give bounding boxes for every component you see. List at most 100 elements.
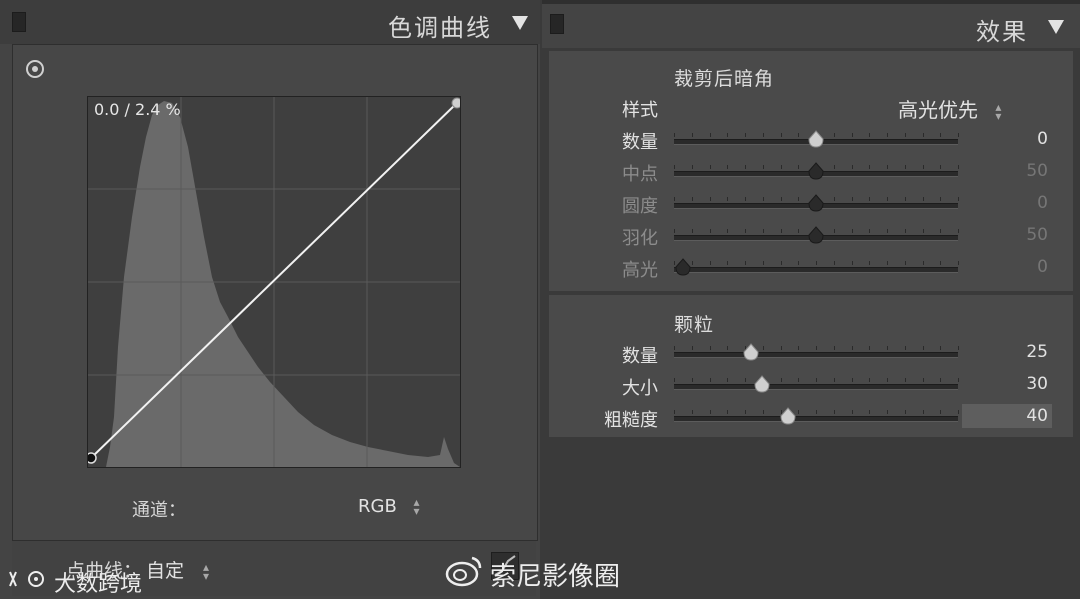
slider-tick <box>674 346 675 350</box>
curve-point-white <box>451 97 463 109</box>
vignette-amount-value[interactable]: 0 <box>988 129 1048 149</box>
vignette-roundness-value[interactable]: 0 <box>988 193 1048 213</box>
slider-tick <box>958 229 959 233</box>
slider-tick <box>798 133 799 137</box>
slider-tick <box>674 378 675 382</box>
slider-thumb[interactable] <box>780 407 796 425</box>
disclosure-triangle-icon[interactable] <box>1048 20 1064 34</box>
slider-tick <box>727 410 728 414</box>
slider-tick <box>745 410 746 414</box>
vignette-feather-value[interactable]: 50 <box>988 225 1048 245</box>
slider-tick <box>923 410 924 414</box>
slider-tick <box>745 261 746 265</box>
slider-tick <box>674 410 675 414</box>
slider-tick <box>727 133 728 137</box>
slider-tick <box>710 261 711 265</box>
slider-tick <box>834 133 835 137</box>
slider-tick <box>958 133 959 137</box>
panel-collapse-icon[interactable] <box>550 14 564 34</box>
vignette-highlights-label: 高光 <box>622 260 658 281</box>
panel-collapse-icon[interactable] <box>12 12 26 32</box>
slider-tick <box>940 229 941 233</box>
grain-size-slider[interactable] <box>674 375 959 393</box>
vignette-feather-slider[interactable] <box>674 226 959 244</box>
slider-thumb[interactable] <box>743 343 759 361</box>
vignette-midpoint-slider[interactable] <box>674 162 959 180</box>
slider-tick <box>834 165 835 169</box>
slider-tick <box>958 197 959 201</box>
slider-tick <box>905 378 906 382</box>
targeted-adjustment-icon[interactable] <box>26 60 44 78</box>
slider-tick <box>781 165 782 169</box>
slider-tick <box>745 378 746 382</box>
watermark-right: 索尼影像圈 <box>490 562 621 592</box>
slider-tick <box>834 197 835 201</box>
slider-tick <box>869 378 870 382</box>
slider-tick <box>834 261 835 265</box>
slider-tick <box>905 197 906 201</box>
slider-thumb[interactable] <box>754 375 770 393</box>
slider-thumb[interactable] <box>808 194 824 212</box>
slider-tick <box>834 410 835 414</box>
slider-tick <box>852 165 853 169</box>
slider-thumb[interactable] <box>675 258 691 276</box>
slider-tick <box>745 165 746 169</box>
up-down-stepper-icon: ▴ ▾ <box>413 495 420 518</box>
channel-select[interactable]: RGB ▴ ▾ <box>358 496 423 517</box>
slider-tick <box>692 133 693 137</box>
disclosure-triangle-icon[interactable] <box>512 16 528 30</box>
vignette-amount-slider[interactable] <box>674 130 959 148</box>
grain-amount-value[interactable]: 25 <box>988 342 1048 362</box>
slider-tick <box>710 378 711 382</box>
slider-tick <box>869 165 870 169</box>
slider-tick <box>940 165 941 169</box>
slider-tick <box>781 229 782 233</box>
vignette-style-select[interactable]: 高光优先 ▴ ▾ <box>898 94 1004 123</box>
slider-thumb[interactable] <box>808 226 824 244</box>
grain-size-value[interactable]: 30 <box>988 374 1048 394</box>
vignette-title: 裁剪后暗角 <box>674 68 775 90</box>
slider-tick <box>852 261 853 265</box>
slider-tick <box>798 410 799 414</box>
slider-tick <box>781 346 782 350</box>
slider-thumb[interactable] <box>808 162 824 180</box>
slider-tick <box>745 133 746 137</box>
tone-curve-header[interactable]: 色调曲线 <box>0 0 540 44</box>
slider-tick <box>692 197 693 201</box>
vignette-midpoint-value[interactable]: 50 <box>988 161 1048 181</box>
slider-tick <box>887 229 888 233</box>
slider-tick <box>710 197 711 201</box>
slider-tick <box>905 261 906 265</box>
grain-roughness-value[interactable]: 40 <box>988 406 1048 426</box>
tone-curve-title: 色调曲线 <box>388 14 492 42</box>
slider-tick <box>905 133 906 137</box>
slider-tick <box>923 133 924 137</box>
slider-tick <box>887 133 888 137</box>
effects-header[interactable]: 效果 <box>542 4 1080 48</box>
grain-amount-slider[interactable] <box>674 343 959 361</box>
slider-tick <box>763 261 764 265</box>
slider-tick <box>958 261 959 265</box>
slider-tick <box>958 346 959 350</box>
grain-title: 颗粒 <box>674 314 715 336</box>
slider-tick <box>816 378 817 382</box>
slider-thumb[interactable] <box>808 130 824 148</box>
slider-tick <box>710 346 711 350</box>
slider-tick <box>781 378 782 382</box>
slider-tick <box>923 261 924 265</box>
grain-roughness-slider[interactable] <box>674 407 959 425</box>
slider-tick <box>958 378 959 382</box>
vignette-highlights-value[interactable]: 0 <box>988 257 1048 277</box>
slider-tick <box>869 229 870 233</box>
vignette-feather-label: 羽化 <box>622 228 658 249</box>
vignette-roundness-slider[interactable] <box>674 194 959 212</box>
watermark-logo-left-icon <box>6 568 52 590</box>
curve-readout: 0.0 / 2.4 % <box>94 100 181 119</box>
slider-tick <box>798 229 799 233</box>
slider-tick <box>887 261 888 265</box>
slider-tick <box>710 133 711 137</box>
vignette-highlights-slider[interactable] <box>674 258 959 276</box>
slider-tick <box>798 378 799 382</box>
point-curve-select[interactable]: 自定 ▴ ▾ <box>146 556 212 583</box>
curve-graph[interactable] <box>85 96 463 468</box>
